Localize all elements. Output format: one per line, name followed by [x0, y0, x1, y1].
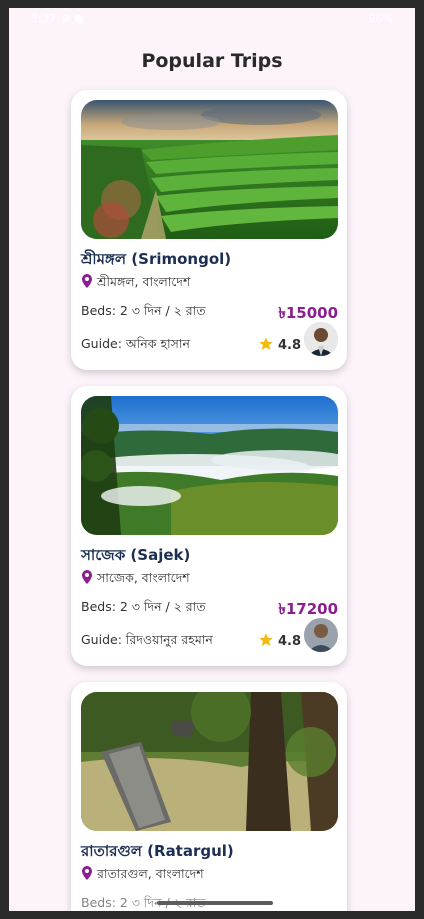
rating-value: 4.8: [277, 338, 301, 353]
trip-card-ratargul[interactable]: রাতারগুল (Ratargul) রাতারগুল, বাংলাদেশ B…: [71, 682, 347, 911]
trip-name: শ্রীমঙ্গল (Srimongol): [81, 250, 232, 268]
trip-beds-duration: Beds: 2 ৩ দিন / ২ রাত: [81, 303, 206, 318]
status-time: 3:37: [31, 12, 56, 25]
trip-location-text: সাজেক, বাংলাদেশ: [97, 570, 190, 585]
location-pin-icon: [82, 866, 92, 880]
guide-avatar[interactable]: [304, 322, 338, 356]
trip-location: রাতারগুল, বাংলাদেশ: [81, 866, 204, 886]
trip-location: সাজেক, বাংলাদেশ: [81, 570, 190, 590]
rating-value: 4.8: [277, 634, 301, 649]
trip-name: রাতারগুল (Ratargul): [81, 842, 234, 860]
star-icon: [259, 337, 273, 350]
trip-location-text: রাতারগুল, বাংলাদেশ: [97, 866, 204, 881]
status-bar: 3:37 ⚙ ● 96%: [9, 8, 415, 30]
trip-location-text: শ্রীমঙ্গল, বাংলাদেশ: [97, 274, 191, 289]
trip-guide: Guide: অনিক হাসান: [81, 336, 191, 351]
trip-photo-sajek-valley: [81, 396, 338, 535]
star-icon: [259, 633, 273, 646]
trip-card-srimongol[interactable]: শ্রীমঙ্গল (Srimongol) শ্রীমঙ্গল, বাংলাদে…: [71, 90, 347, 370]
trip-card-sajek[interactable]: সাজেক (Sajek) সাজেক, বাংলাদেশ Beds: 2 ৩ …: [71, 386, 347, 666]
location-pin-icon: [82, 274, 92, 288]
app-screen: 3:37 ⚙ ● 96% Popular Trips শ্রীমঙ্গল (Sr…: [9, 8, 415, 911]
status-icons: ⚙ ●: [61, 12, 84, 25]
trip-name: সাজেক (Sajek): [81, 546, 191, 564]
trip-location: শ্রীমঙ্গল, বাংলাদেশ: [81, 274, 190, 294]
gesture-nav-handle[interactable]: [157, 901, 273, 905]
trip-guide: Guide: রিদওয়ানুর রহমান: [81, 632, 213, 647]
battery-level: 96%: [368, 12, 393, 25]
trip-photo-tea-garden: [81, 100, 338, 239]
trip-beds-duration: Beds: 2 ৩ দিন / ২ রাত: [81, 599, 206, 614]
location-pin-icon: [82, 570, 92, 584]
page-title: Popular Trips: [141, 50, 283, 72]
trip-rating: 4.8: [258, 336, 301, 353]
trip-photo-ratargul-swamp: [81, 692, 338, 831]
trip-rating: 4.8: [258, 632, 301, 649]
guide-avatar[interactable]: [304, 618, 338, 652]
